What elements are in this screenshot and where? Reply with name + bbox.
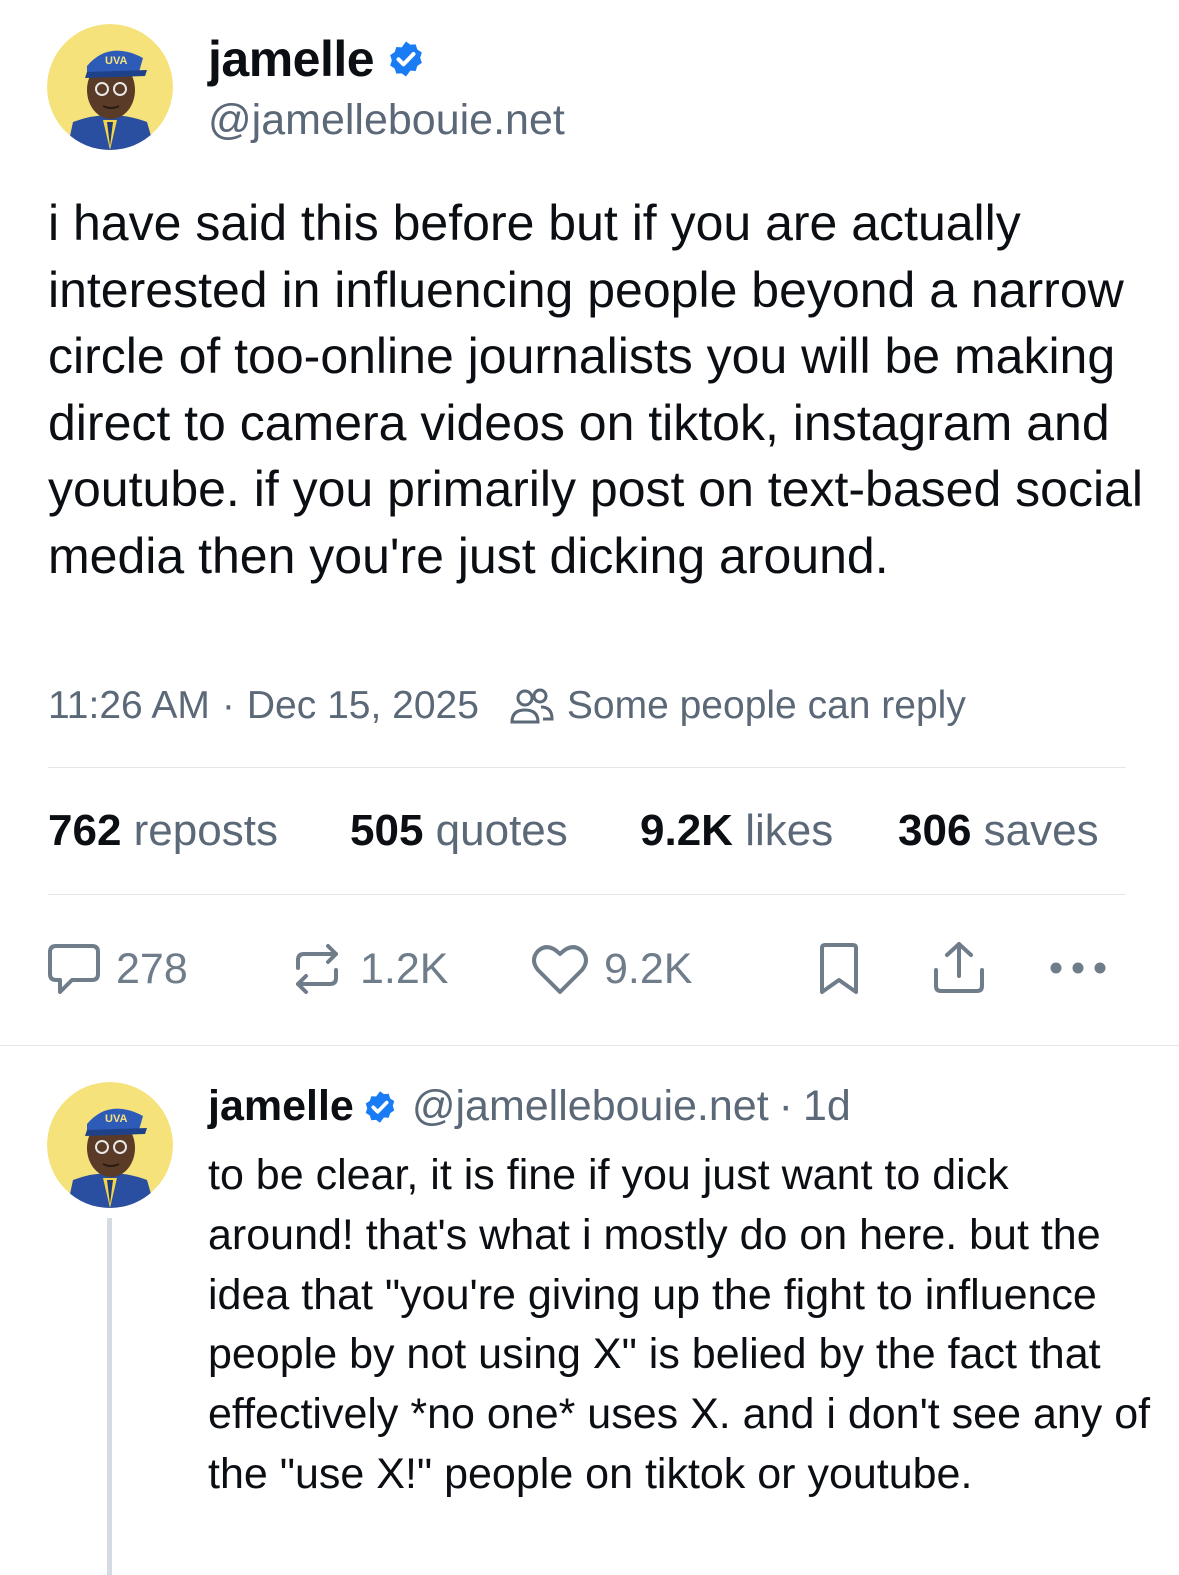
divider-top xyxy=(48,767,1126,768)
reply-author-avatar[interactable]: UVA xyxy=(47,1082,173,1208)
reply-author-name[interactable]: jamelle xyxy=(208,1082,354,1131)
stat-quotes-count: 505 xyxy=(350,806,424,855)
stat-saves[interactable]: 306 saves xyxy=(898,806,1099,856)
reply-separator: · xyxy=(778,1082,793,1130)
stat-quotes-label: quotes xyxy=(435,806,568,855)
repost-icon xyxy=(296,944,338,994)
post-stats: 762 reposts 505 quotes 9.2K likes 306 sa… xyxy=(48,806,1148,862)
meta-separator: · xyxy=(221,684,235,727)
reply-button[interactable]: 278 xyxy=(46,942,188,996)
reply-header: jamelle @jamellebouie.net · 1d xyxy=(208,1082,851,1131)
bookmark-button[interactable] xyxy=(816,942,862,996)
reply-text: to be clear, it is fine if you just want… xyxy=(208,1151,1163,1498)
author-avatar[interactable]: UVA xyxy=(47,24,173,150)
comment-icon xyxy=(48,944,100,994)
post-date: Dec 15, 2025 xyxy=(246,684,479,727)
reply-setting[interactable]: Some people can reply xyxy=(567,684,966,728)
avatar-illustration: UVA xyxy=(47,1082,173,1208)
stat-likes[interactable]: 9.2K likes xyxy=(640,806,833,856)
avatar-cap-text: UVA xyxy=(105,1113,127,1125)
repost-button[interactable]: 1.2K xyxy=(288,942,448,996)
avatar-illustration: UVA xyxy=(47,24,173,150)
stat-quotes[interactable]: 505 quotes xyxy=(350,806,568,856)
repost-count: 1.2K xyxy=(360,944,449,993)
post-meta: 11:26 AM · Dec 15, 2025 Some people can … xyxy=(48,684,966,728)
share-icon xyxy=(934,942,984,993)
verified-check-icon xyxy=(386,39,426,79)
stat-saves-count: 306 xyxy=(898,806,972,855)
bookmark-icon xyxy=(820,943,858,994)
stat-saves-label: saves xyxy=(983,806,1099,855)
like-button[interactable]: 9.2K xyxy=(530,942,692,996)
more-button[interactable] xyxy=(1048,958,1108,978)
stat-reposts-label: reposts xyxy=(133,806,278,855)
stat-likes-label: likes xyxy=(745,806,834,855)
stat-reposts-count: 762 xyxy=(48,806,122,855)
share-button[interactable] xyxy=(932,940,986,996)
more-icon xyxy=(1050,962,1106,974)
post-time: 11:26 AM xyxy=(48,684,210,727)
stat-likes-count: 9.2K xyxy=(640,806,733,855)
people-icon xyxy=(509,686,555,726)
verified-check-icon xyxy=(362,1089,398,1125)
reply-time[interactable]: 1d xyxy=(803,1082,851,1131)
heart-icon xyxy=(532,945,588,994)
divider-middle xyxy=(48,894,1126,895)
thread-connector-line xyxy=(107,1218,112,1575)
post-text: i have said this before but if you are a… xyxy=(48,195,1157,584)
reply-count: 278 xyxy=(116,944,188,993)
stat-reposts[interactable]: 762 reposts xyxy=(48,806,278,856)
author-handle[interactable]: @jamellebouie.net xyxy=(208,96,565,145)
avatar-cap-text: UVA xyxy=(105,55,127,67)
divider-post-end xyxy=(0,1045,1179,1046)
like-count: 9.2K xyxy=(604,944,693,993)
reply-author-handle[interactable]: @jamellebouie.net xyxy=(412,1082,769,1131)
author-name-row: jamelle xyxy=(208,30,426,88)
author-display-name[interactable]: jamelle xyxy=(208,30,375,88)
